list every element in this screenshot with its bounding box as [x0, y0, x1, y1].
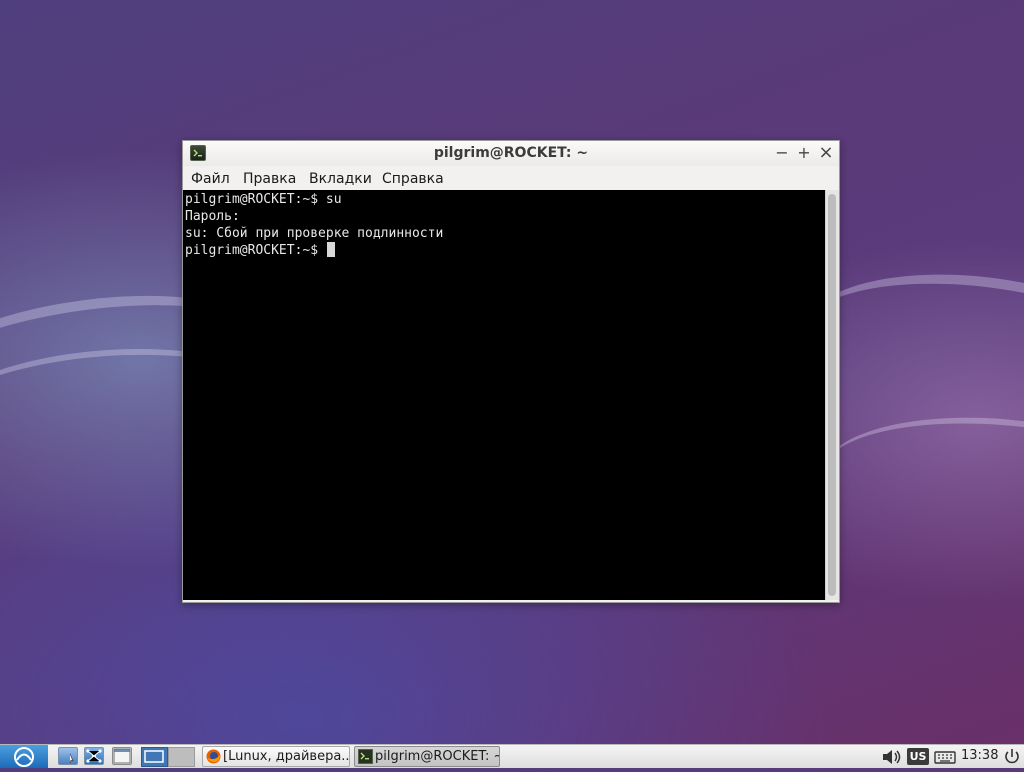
menu-help[interactable]: Справка	[382, 171, 444, 187]
network-launcher[interactable]	[84, 747, 104, 765]
firefox-icon	[206, 749, 221, 764]
keyboard-layout-label: US	[909, 750, 927, 763]
desktop-workspace-icon	[144, 750, 164, 763]
terminal-output[interactable]: pilgrim@ROCKET:~$ su Пароль: su: Сбой пр…	[183, 190, 825, 600]
window-launcher[interactable]	[112, 747, 132, 765]
volume-control[interactable]	[881, 747, 903, 767]
power-icon	[1005, 749, 1019, 764]
wallpaper-swoosh	[813, 400, 1024, 586]
scrollbar-thumb[interactable]	[828, 194, 836, 596]
file-manager-launcher[interactable]	[58, 747, 78, 765]
workspace-1[interactable]	[141, 747, 168, 767]
start-menu-button[interactable]	[0, 745, 48, 768]
text-cursor	[326, 242, 335, 257]
taskbar: [Lunux, драйвера... pilgrim@ROCKET: ~ US…	[0, 744, 1024, 768]
terminal-prompt-line: pilgrim@ROCKET:~$	[185, 242, 335, 259]
task-label-browser: [Lunux, драйвера...	[223, 749, 350, 764]
task-button-terminal[interactable]: pilgrim@ROCKET: ~	[354, 746, 500, 767]
task-label-terminal: pilgrim@ROCKET: ~	[375, 749, 500, 764]
menu-bar: Файл Правка Вкладки Справка	[183, 166, 839, 190]
menu-tabs[interactable]: Вкладки	[309, 171, 372, 187]
keyboard-settings[interactable]	[934, 747, 956, 767]
close-button[interactable]: ×	[817, 143, 835, 163]
workspace-2[interactable]	[168, 747, 195, 767]
vertical-scrollbar[interactable]	[825, 190, 839, 600]
menu-edit[interactable]: Правка	[243, 171, 296, 187]
terminal-window[interactable]: pilgrim@ROCKET: ~ − + × Файл Правка Вкла…	[182, 140, 840, 603]
terminal-prompt: pilgrim@ROCKET:~$	[185, 243, 326, 258]
menu-file[interactable]: Файл	[191, 171, 230, 187]
terminal-task-icon	[358, 749, 373, 764]
keyboard-layout-indicator[interactable]: US	[907, 748, 929, 765]
window-title: pilgrim@ROCKET: ~	[433, 145, 589, 161]
volume-icon	[883, 750, 901, 764]
start-menu-icon	[14, 747, 34, 767]
file-manager-icon	[69, 753, 74, 764]
network-icon	[86, 749, 102, 763]
keyboard-icon	[934, 751, 956, 764]
window-icon	[113, 748, 131, 764]
terminal-line: su: Сбой при проверке подлинности	[185, 226, 444, 241]
power-button[interactable]	[1002, 747, 1022, 767]
title-bar[interactable]: pilgrim@ROCKET: ~ − + ×	[183, 141, 839, 166]
terminal-line: pilgrim@ROCKET:~$ su	[185, 192, 342, 207]
task-button-browser[interactable]: [Lunux, драйвера...	[202, 746, 350, 767]
terminal-line: Пароль:	[185, 209, 240, 224]
minimize-button[interactable]: −	[773, 143, 791, 163]
clock[interactable]: 13:38	[961, 748, 998, 763]
maximize-button[interactable]: +	[795, 143, 813, 163]
